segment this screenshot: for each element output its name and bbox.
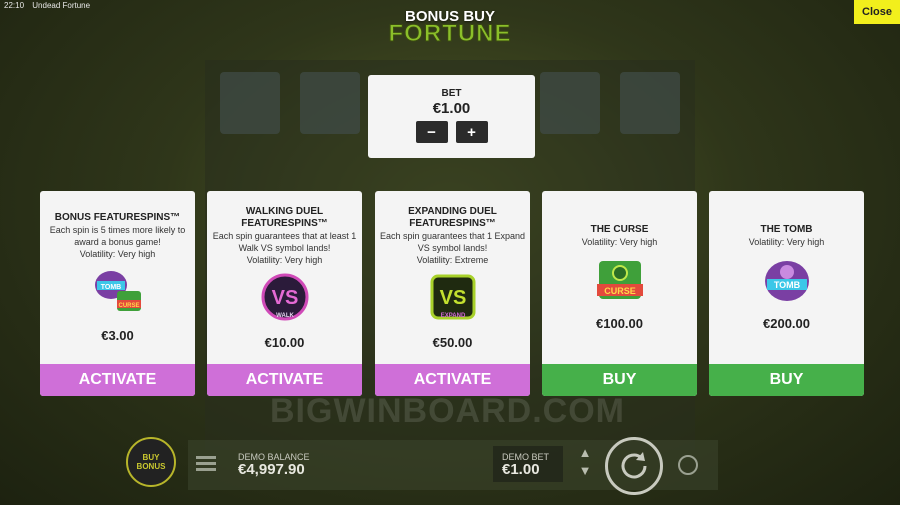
card-volatility: Volatility: Extreme bbox=[416, 255, 489, 265]
buy-button[interactable]: BUY bbox=[542, 364, 697, 396]
bet-panel: BET €1.00 − + bbox=[368, 75, 535, 158]
activate-button[interactable]: ACTIVATE bbox=[40, 364, 195, 396]
curse-icon: CURSE bbox=[593, 257, 647, 307]
tomb-curse-icon: TOMB CURSE bbox=[91, 267, 145, 317]
reel-symbol bbox=[300, 72, 360, 134]
autoplay-icon[interactable] bbox=[678, 455, 698, 475]
spin-button[interactable] bbox=[605, 437, 663, 495]
bet-value-bottom: €1.00 bbox=[502, 461, 540, 478]
bet-label: BET bbox=[441, 88, 462, 99]
bonus-card-the-curse: THE CURSE Volatility: Very high CURSE €1… bbox=[542, 191, 697, 396]
card-price: €100.00 bbox=[596, 316, 643, 331]
balance-value: €4,997.90 bbox=[238, 461, 305, 478]
card-title: WALKING DUEL FEATURESPINS™ bbox=[241, 206, 328, 229]
svg-text:VS: VS bbox=[439, 287, 466, 309]
activate-button[interactable]: ACTIVATE bbox=[207, 364, 362, 396]
buy-button[interactable]: BUY bbox=[709, 364, 864, 396]
card-price: €200.00 bbox=[763, 316, 810, 331]
card-description: Each spin guarantees that at least 1 Wal… bbox=[212, 231, 357, 253]
reel-symbol bbox=[540, 72, 600, 134]
watermark: BIGWINBOARD.COM bbox=[270, 392, 625, 430]
card-price: €3.00 bbox=[101, 328, 134, 343]
svg-text:CURSE: CURSE bbox=[118, 303, 139, 309]
svg-text:TOMB: TOMB bbox=[773, 280, 800, 290]
svg-text:WALK: WALK bbox=[276, 313, 294, 319]
expand-vs-icon: VS EXPAND bbox=[426, 273, 480, 323]
status-bar: 22:10 Undead Fortune bbox=[0, 0, 900, 12]
card-price: €10.00 bbox=[264, 335, 305, 350]
card-volatility: Volatility: Very high bbox=[79, 249, 156, 259]
svg-text:VS: VS bbox=[271, 287, 298, 309]
menu-icon[interactable] bbox=[196, 456, 216, 472]
bet-increase-button[interactable]: + bbox=[455, 121, 488, 143]
bet-decrease-button[interactable]: − bbox=[415, 121, 448, 143]
bonus-card-featurespins: BONUS FEATURESPINS™ Each spin is 5 times… bbox=[40, 191, 195, 396]
bonus-card-the-tomb: THE TOMB Volatility: Very high TOMB €200… bbox=[709, 191, 864, 396]
walk-vs-icon: VS WALK bbox=[258, 273, 312, 323]
card-description: Each spin guarantees that 1 Expand VS sy… bbox=[379, 231, 526, 253]
card-volatility: Volatility: Very high bbox=[581, 237, 658, 247]
bet-arrows[interactable]: ▲ ▼ bbox=[573, 444, 597, 484]
buy-bonus-button[interactable]: BUY BONUS bbox=[126, 437, 176, 487]
game-name: Undead Fortune bbox=[32, 1, 91, 10]
svg-text:TOMB: TOMB bbox=[100, 284, 120, 291]
card-title: THE TOMB bbox=[760, 224, 813, 235]
card-title: EXPANDING DUEL FEATURESPINS™ bbox=[408, 206, 497, 229]
card-volatility: Volatility: Very high bbox=[748, 237, 825, 247]
activate-button[interactable]: ACTIVATE bbox=[375, 364, 530, 396]
card-title: BONUS FEATURESPINS™ bbox=[54, 212, 181, 223]
reel-symbol bbox=[620, 72, 680, 134]
tomb-icon: TOMB bbox=[760, 257, 814, 307]
svg-text:CURSE: CURSE bbox=[604, 286, 636, 296]
bonus-card-expanding-duel: EXPANDING DUEL FEATURESPINS™ Each spin g… bbox=[375, 191, 530, 396]
chevron-down-icon[interactable]: ▼ bbox=[573, 462, 597, 480]
bonus-card-walking-duel: WALKING DUEL FEATURESPINS™ Each spin gua… bbox=[207, 191, 362, 396]
clock: 22:10 bbox=[4, 1, 25, 10]
card-description: Each spin is 5 times more likely to awar… bbox=[49, 225, 186, 247]
card-volatility: Volatility: Very high bbox=[246, 255, 323, 265]
reel-symbol bbox=[220, 72, 280, 134]
card-price: €50.00 bbox=[432, 335, 473, 350]
spin-icon bbox=[621, 452, 647, 479]
svg-text:EXPAND: EXPAND bbox=[440, 313, 465, 319]
card-title: THE CURSE bbox=[590, 224, 649, 235]
chevron-up-icon[interactable]: ▲ bbox=[573, 444, 597, 462]
bet-value: €1.00 bbox=[432, 100, 471, 117]
close-button[interactable]: Close bbox=[854, 0, 900, 24]
